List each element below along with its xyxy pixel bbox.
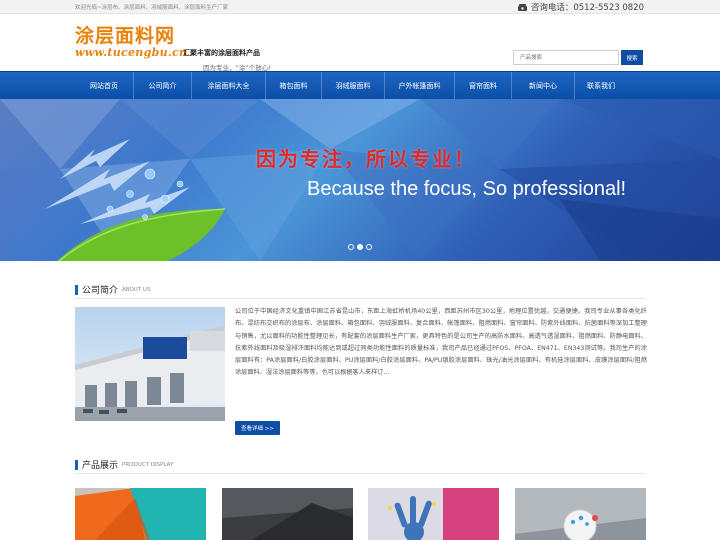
slogan: 汇聚丰富的涂层面料产品 因为专业，“涂”个放心! <box>183 48 271 72</box>
product-image-3[interactable] <box>368 488 499 540</box>
phone-icon <box>517 3 527 11</box>
section-divider <box>75 473 645 474</box>
slider-dot[interactable] <box>348 244 354 250</box>
main-nav: 网站首页 公司简介 涂层面料大全 箱包面料 羽绒服面料 户外帐篷面料 窗帘面料 … <box>0 71 720 100</box>
slogan-main: 汇聚丰富的涂层面料产品 <box>183 48 260 57</box>
nav-item-luggage-fabrics[interactable]: 箱包面料 <box>266 72 321 100</box>
product-image-1[interactable] <box>75 488 206 540</box>
top-bar: 欢迎光临~涂层布、涂层面料、羽绒服面料、涂层面料生产厂家 咨询电话：0512-5… <box>0 0 720 14</box>
nav-item-contact[interactable]: 联系我们 <box>575 72 627 100</box>
product-image-4[interactable] <box>515 488 646 540</box>
slogan-sub: 因为专业，“涂”个放心! <box>203 64 271 72</box>
search-input[interactable] <box>513 50 619 65</box>
hero-banner[interactable]: 因为专注，所以专业！ Because the focus, So profess… <box>0 99 720 261</box>
title-accent-bar <box>75 284 78 295</box>
nav-item-down-fabrics[interactable]: 羽绒服面料 <box>322 72 384 100</box>
search-button[interactable]: 搜索 <box>621 50 643 65</box>
site-logo[interactable]: 涂层面料网 www.tucengbu.cn <box>75 26 187 59</box>
about-title-cn: 公司简介 <box>82 286 119 296</box>
banner-headline-cn: 因为专注，所以专业！ <box>256 147 476 171</box>
nav-item-coated-fabrics[interactable]: 涂层面料大全 <box>192 72 265 100</box>
title-accent-bar <box>75 459 78 470</box>
products-title-cn: 产品展示 <box>82 461 119 471</box>
nav-item-home[interactable]: 网站首页 <box>75 72 133 100</box>
products-section-title: 产品展示 PRODUCT DISPLAY <box>75 458 173 471</box>
search-box: 搜索 <box>513 50 643 65</box>
header: 涂层面料网 www.tucengbu.cn 汇聚丰富的涂层面料产品 因为专业，“… <box>0 14 720 72</box>
company-building-image <box>75 307 225 421</box>
nav-item-curtain-fabrics[interactable]: 窗帘面料 <box>455 72 511 100</box>
slider-dots <box>348 244 372 250</box>
nav-item-about[interactable]: 公司简介 <box>134 72 191 100</box>
slider-dot-active[interactable] <box>357 244 363 250</box>
products-title-en: PRODUCT DISPLAY <box>122 461 174 468</box>
banner-headline-en: Because the focus, So professional! <box>307 178 627 200</box>
about-title-en: ABOUT US <box>122 286 151 293</box>
slider-dot[interactable] <box>366 244 372 250</box>
hotline: 咨询电话：0512-5523 0820 <box>517 1 644 13</box>
product-image-2[interactable] <box>222 488 353 540</box>
nav-item-news[interactable]: 新闻中心 <box>512 72 574 100</box>
logo-en: www.tucengbu.cn <box>75 46 188 59</box>
read-more-button[interactable]: 查看详细 >> <box>235 421 280 435</box>
about-description: 公司位于中国经济文化重镇中国江苏省昆山市，东距上海虹桥机场40公里，西距苏州市区… <box>235 308 647 377</box>
about-section-title: 公司简介 ABOUT US <box>75 283 150 296</box>
welcome-text: 欢迎光临~涂层布、涂层面料、羽绒服面料、涂层面料生产厂家 <box>75 5 229 11</box>
section-divider <box>75 298 645 299</box>
logo-cn: 涂层面料网 <box>75 25 176 47</box>
hotline-text: 咨询电话：0512-5523 0820 <box>530 3 644 13</box>
nav-item-tent-fabrics[interactable]: 户外帐篷面料 <box>385 72 454 100</box>
